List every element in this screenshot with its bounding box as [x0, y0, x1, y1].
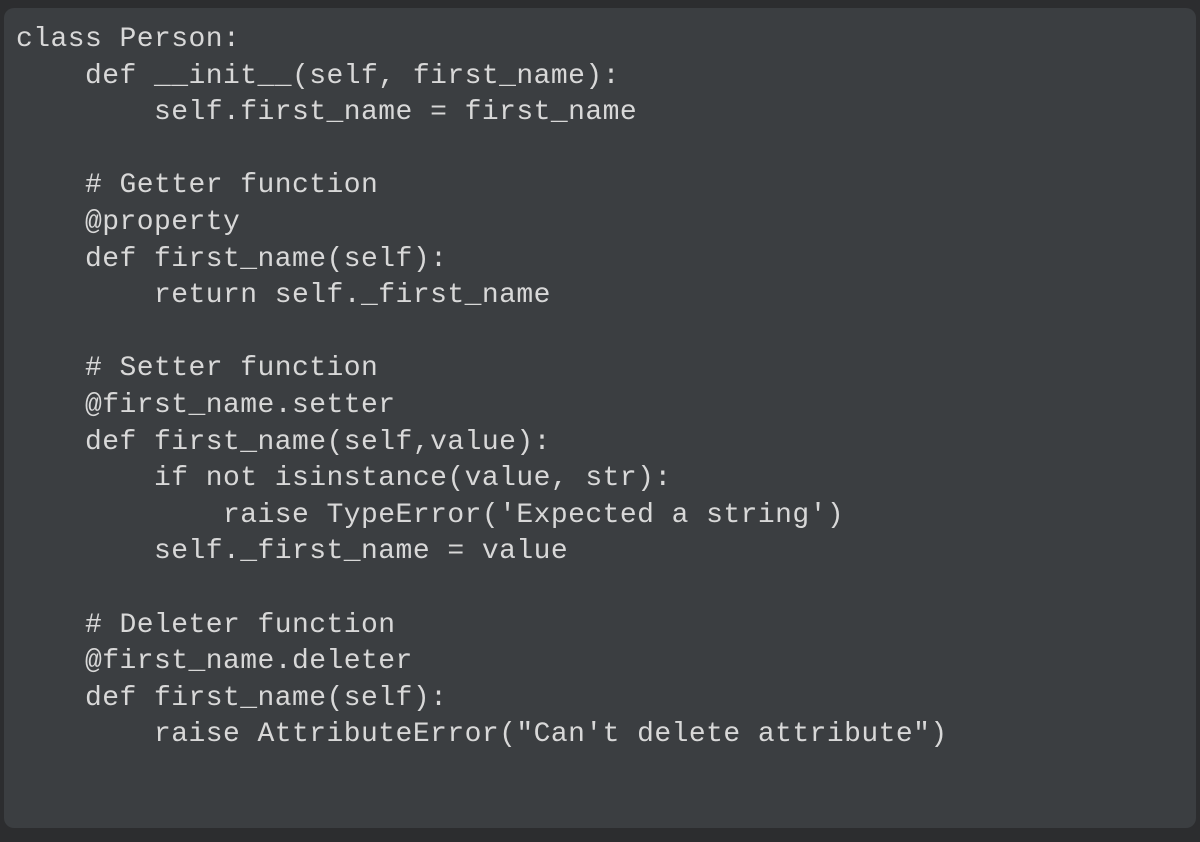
code-line: if not isinstance(value, str):	[16, 463, 672, 495]
code-line: @first_name.setter	[16, 389, 396, 421]
code-line: self._first_name = value	[16, 536, 569, 568]
code-line: return self._first_name	[16, 280, 551, 312]
code-line: def first_name(self,value):	[16, 426, 551, 458]
code-line: def first_name(self):	[16, 243, 448, 275]
code-line: # Setter function	[16, 353, 379, 385]
code-line: class Person:	[16, 24, 241, 55]
code-line: @property	[16, 206, 241, 238]
code-line: @first_name.deleter	[16, 646, 413, 678]
code-line: raise TypeError('Expected a string')	[16, 499, 845, 531]
code-line: self.first_name = first_name	[16, 97, 638, 129]
code-line: def first_name(self):	[16, 682, 448, 714]
code-line: def __init__(self, first_name):	[16, 60, 620, 92]
code-line: raise AttributeError("Can't delete attri…	[16, 719, 948, 751]
code-line: # Deleter function	[16, 609, 396, 641]
code-line: # Getter function	[16, 170, 379, 202]
code-block: class Person: def __init__(self, first_n…	[4, 8, 1196, 828]
